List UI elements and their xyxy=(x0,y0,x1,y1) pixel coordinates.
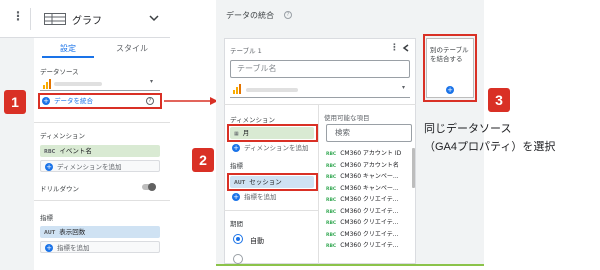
available-field-label: CM360 クリエイテ... xyxy=(340,207,399,215)
available-field-item[interactable]: RBC CM360 アカウント ID xyxy=(326,148,410,159)
add-circle-icon: + xyxy=(232,193,240,201)
available-field-label: CM360 キャンペー... xyxy=(340,173,399,180)
text-type-icon: RBC xyxy=(326,163,337,169)
toggle-knob xyxy=(148,183,156,191)
dropdown-arrow-icon: ▾ xyxy=(150,78,154,85)
step-badge-2: 2 xyxy=(192,148,214,172)
data-source-name-redacted xyxy=(54,82,102,86)
table-options-icon[interactable]: ⋮ xyxy=(390,43,399,53)
section-divider xyxy=(224,210,318,211)
analytics-icon xyxy=(233,84,241,94)
text-type-icon: RBC xyxy=(326,198,337,203)
add-metric-button[interactable]: + 指標を追加 xyxy=(40,241,160,253)
more-options-icon[interactable]: ⋮ xyxy=(12,10,24,22)
add-dimension-button[interactable]: + ディメンションを追加 xyxy=(40,160,160,172)
blend-panel-title: データの統合 xyxy=(226,11,274,20)
available-field-label: CM360 クリエイテ... xyxy=(340,230,399,238)
section-divider xyxy=(34,122,170,123)
join-table-highlight xyxy=(423,34,477,102)
blend-metric-header: 指標 xyxy=(230,162,243,170)
arrow-right-icon xyxy=(164,97,218,105)
metric-chip[interactable]: AUT 表示回数 xyxy=(40,226,160,238)
metric-chip-label: 表示回数 xyxy=(59,228,86,236)
table-name-input[interactable]: テーブル名 xyxy=(230,60,410,78)
section-divider xyxy=(224,104,416,105)
available-field-label: CM360 キャンペー... xyxy=(340,184,399,192)
drilldown-label: ドリルダウン xyxy=(40,185,79,193)
text-type-icon: RBC xyxy=(326,152,337,157)
radio-option[interactable] xyxy=(233,254,243,264)
period-header: 期間 xyxy=(230,220,243,228)
panel-bottom-accent xyxy=(216,264,484,266)
column-divider xyxy=(318,104,319,264)
tab-setup[interactable]: 設定 xyxy=(42,42,94,58)
metric-header: 指標 xyxy=(40,214,53,222)
available-field-item[interactable]: RBC CM360 アカウント名 xyxy=(326,160,410,171)
dimension-chip-label: イベント名 xyxy=(59,147,92,155)
table-data-source-redacted xyxy=(246,88,298,92)
metric-highlight xyxy=(227,173,318,191)
add-circle-icon: + xyxy=(45,244,53,252)
available-field-item[interactable]: RBC CM360 クリエイテ... xyxy=(326,217,410,228)
add-metric-label: 指標を追加 xyxy=(57,244,90,252)
available-field-item[interactable]: RBC CM360 クリエイテ... xyxy=(326,206,410,217)
add-dimension-label: ディメンションを追加 xyxy=(57,163,122,171)
data-source-header: データソース xyxy=(40,68,79,76)
chevron-down-icon[interactable] xyxy=(148,12,160,24)
analytics-icon xyxy=(43,79,51,89)
available-field-item[interactable]: RBC CM360 キャンペー... xyxy=(326,171,410,182)
text-type-icon: RBC xyxy=(326,244,337,249)
blend-data-link[interactable]: + データを統合 xyxy=(42,96,93,106)
available-field-label: CM360 アカウント ID xyxy=(340,150,402,157)
blend-add-metric-button[interactable]: + 指標を追加 xyxy=(230,191,314,203)
blend-dimension-header: ディメンション xyxy=(230,116,276,124)
callout-line-1: 同じデータソース xyxy=(424,123,512,135)
number-type-icon: AUT xyxy=(44,230,56,236)
blend-add-dimension-button[interactable]: + ディメンションを追加 xyxy=(230,142,316,154)
section-divider xyxy=(34,200,170,201)
blend-add-metric-label: 指標を追加 xyxy=(244,193,277,201)
add-circle-icon: + xyxy=(232,144,240,152)
step-badge-1: 1 xyxy=(4,90,26,114)
help-icon[interactable]: ? xyxy=(284,11,292,19)
available-field-item[interactable]: RBC CM360 クリエイテ... xyxy=(326,229,410,240)
available-field-label: CM360 クリエイテ... xyxy=(340,242,399,249)
radio-auto[interactable] xyxy=(233,234,243,244)
chart-type-title[interactable]: グラフ xyxy=(72,12,102,27)
text-type-icon: RBC xyxy=(326,232,337,238)
add-circle-icon: + xyxy=(45,163,53,171)
available-field-item[interactable]: RBC CM360 クリエイテ... xyxy=(326,240,410,251)
available-fields-header: 使用可能な項目 xyxy=(324,114,370,122)
dimension-header: ディメンション xyxy=(40,132,86,140)
step-badge-3: 3 xyxy=(488,88,510,112)
add-circle-icon: + xyxy=(42,97,50,105)
header-divider xyxy=(30,8,31,30)
text-type-icon: RBC xyxy=(326,209,337,215)
text-type-icon: RBC xyxy=(326,175,337,180)
text-type-icon: RBC xyxy=(326,221,337,226)
available-field-label: CM360 アカウント名 xyxy=(340,161,399,169)
available-field-item[interactable]: RBC CM360 クリエイテ... xyxy=(326,194,410,205)
callout-line-2: （GA4プロパティ）を選択 xyxy=(424,141,556,153)
available-fields-list: RBC CM360 アカウント ID RBC CM360 アカウント名 RBC CM360… xyxy=(326,148,412,266)
table-label: テーブル 1 xyxy=(230,47,262,55)
blend-data-label: データを統合 xyxy=(54,97,93,105)
available-field-label: CM360 クリエイテ... xyxy=(340,196,399,203)
dimension-chip[interactable]: RBC イベント名 xyxy=(40,145,160,157)
field-list-scrollbar[interactable] xyxy=(412,148,415,188)
help-icon[interactable]: ? xyxy=(146,97,154,105)
dimension-highlight xyxy=(227,124,318,142)
dropdown-arrow-icon: ▾ xyxy=(402,84,406,91)
blend-add-dimension-label: ディメンションを追加 xyxy=(244,144,309,152)
text-type-icon: RBC xyxy=(44,149,56,155)
table-chart-icon xyxy=(44,13,66,25)
tab-style[interactable]: スタイル xyxy=(106,42,158,58)
available-field-item[interactable]: RBC CM360 キャンペー... xyxy=(326,183,410,194)
available-field-label: CM360 クリエイテ... xyxy=(340,219,399,226)
field-search-input[interactable]: 検索 xyxy=(326,124,412,142)
text-type-icon: RBC xyxy=(326,186,337,192)
collapse-left-icon[interactable] xyxy=(402,44,410,52)
radio-auto-label: 自動 xyxy=(250,237,264,245)
